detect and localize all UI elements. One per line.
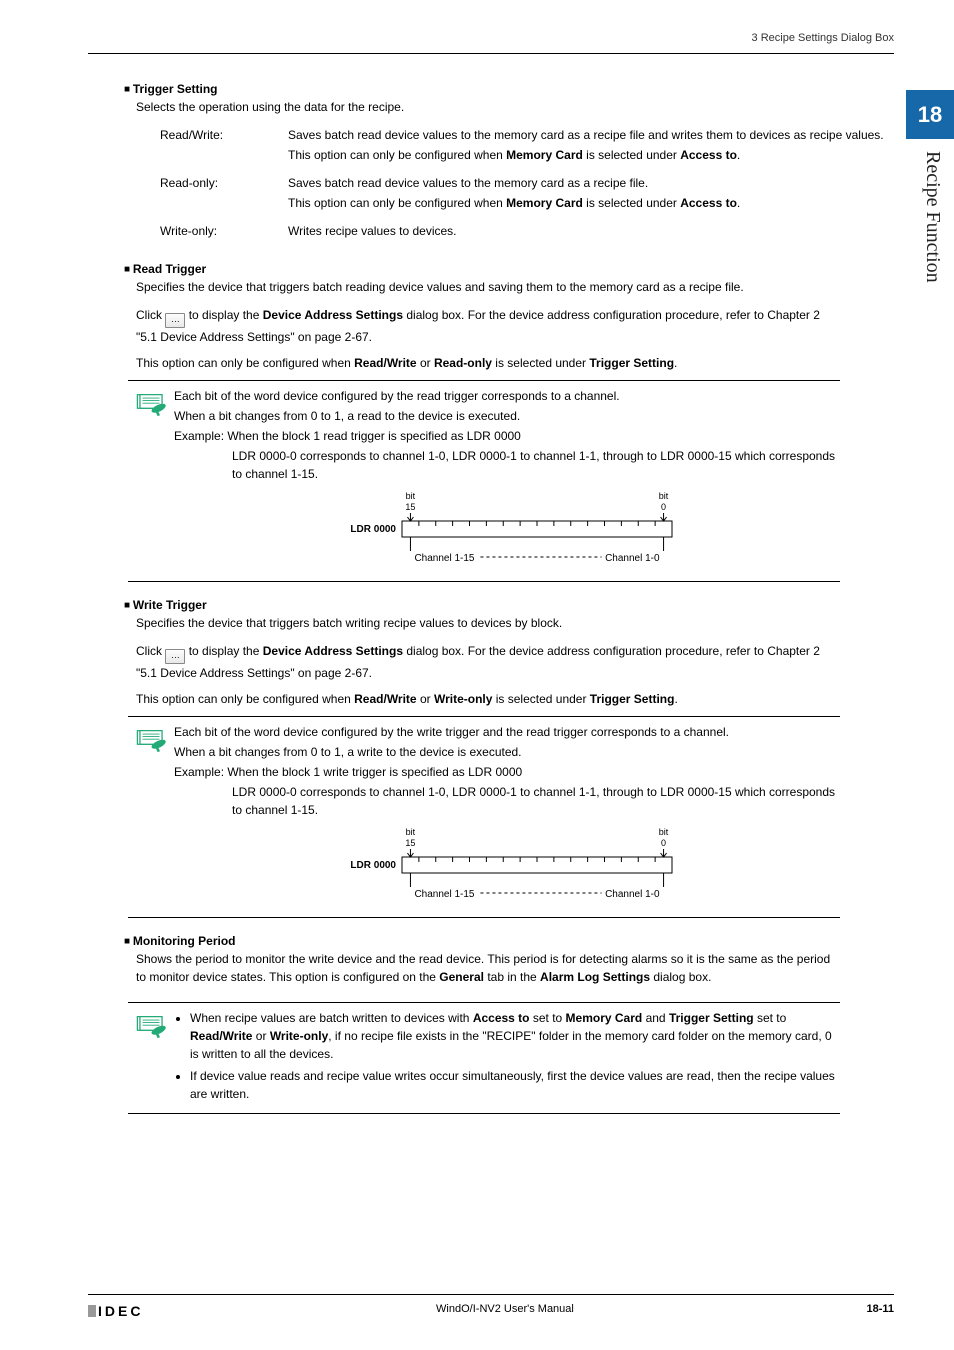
heading-trigger-setting: Trigger Setting [124,80,894,98]
definition-term: Read-only: [160,174,288,214]
text-pre: Click [136,308,165,322]
note-line: When a bit changes from 0 to 1, a write … [174,743,840,761]
intro-trigger-setting: Selects the operation using the data for… [136,98,894,116]
read-trigger-option-line: This option can only be configured when … [136,354,894,372]
text-post: to display the Device Address Settings d… [136,308,820,344]
definition-line: This option can only be configured when … [288,194,894,212]
definition-row: Read/Write:Saves batch read device value… [160,126,894,166]
bit-diagram: bit15bit0LDR 0000Channel 1-15Channel 1-0 [317,491,697,571]
heading-monitoring-period: Monitoring Period [124,932,894,950]
svg-text:15: 15 [405,502,415,512]
heading-read-trigger: Read Trigger [124,260,894,278]
svg-text:Channel 1-15: Channel 1-15 [414,889,474,900]
ellipsis-button-icon[interactable]: … [165,313,185,328]
svg-text:bit: bit [659,827,669,837]
bit-diagram: bit15bit0LDR 0000Channel 1-15Channel 1-0 [317,827,697,907]
svg-text:15: 15 [405,838,415,848]
definition-line: Saves batch read device values to the me… [288,174,894,192]
definition-line: This option can only be configured when … [288,146,894,164]
note-read-trigger: Each bit of the word device configured b… [128,380,840,582]
definition-desc: Saves batch read device values to the me… [288,174,894,214]
definition-row: Write-only:Writes recipe values to devic… [160,222,894,242]
note-bullet: If device value reads and recipe value w… [190,1067,840,1103]
note-line: When a bit changes from 0 to 1, a read t… [174,407,840,425]
svg-text:bit: bit [406,827,416,837]
heading-write-trigger: Write Trigger [124,596,894,614]
note-icon [128,723,174,911]
svg-text:0: 0 [661,502,666,512]
note-line: Each bit of the word device configured b… [174,723,840,741]
intro-read-trigger: Specifies the device that triggers batch… [136,278,894,296]
note-line: Each bit of the word device configured b… [174,387,840,405]
svg-text:0: 0 [661,838,666,848]
text-pre: Click [136,644,165,658]
definition-line: Saves batch read device values to the me… [288,126,894,144]
svg-text:LDR 0000: LDR 0000 [350,524,396,535]
note-icon [128,387,174,575]
text-post: to display the Device Address Settings d… [136,644,820,680]
svg-text:LDR 0000: LDR 0000 [350,860,396,871]
footer-title: WindO/I-NV2 User's Manual [143,1301,866,1322]
svg-text:Channel 1-0: Channel 1-0 [605,553,660,564]
definition-line: Writes recipe values to devices. [288,222,894,240]
note-bullet: When recipe values are batch written to … [190,1009,840,1063]
footer-logo: IDEC [88,1301,143,1322]
definition-desc: Writes recipe values to devices. [288,222,894,242]
read-trigger-click-line: Click … to display the Device Address Se… [136,306,894,346]
note-icon [128,1009,174,1107]
monitoring-period-text: Shows the period to monitor the write de… [136,950,894,986]
intro-write-trigger: Specifies the device that triggers batch… [136,614,894,632]
write-trigger-option-line: This option can only be configured when … [136,690,894,708]
definition-term: Read/Write: [160,126,288,166]
page-footer: IDEC WindO/I-NV2 User's Manual 18-11 [88,1294,894,1322]
definition-desc: Saves batch read device values to the me… [288,126,894,166]
note-example-body: LDR 0000-0 corresponds to channel 1-0, L… [232,783,840,819]
svg-text:Channel 1-0: Channel 1-0 [605,889,660,900]
ellipsis-button-icon[interactable]: … [165,649,185,664]
note-example-body: LDR 0000-0 corresponds to channel 1-0, L… [232,447,840,483]
note-final: When recipe values are batch written to … [128,1002,840,1114]
svg-text:bit: bit [659,491,669,501]
svg-text:Channel 1-15: Channel 1-15 [414,553,474,564]
trigger-setting-table: Read/Write:Saves batch read device value… [160,126,894,242]
footer-page-number: 18-11 [866,1301,894,1322]
write-trigger-click-line: Click … to display the Device Address Se… [136,642,894,682]
note-example-lead: Example: When the block 1 read trigger i… [174,427,840,445]
breadcrumb: 3 Recipe Settings Dialog Box [88,30,894,54]
note-write-trigger: Each bit of the word device configured b… [128,716,840,918]
definition-row: Read-only:Saves batch read device values… [160,174,894,214]
note-example-lead: Example: When the block 1 write trigger … [174,763,840,781]
svg-text:bit: bit [406,491,416,501]
definition-term: Write-only: [160,222,288,242]
